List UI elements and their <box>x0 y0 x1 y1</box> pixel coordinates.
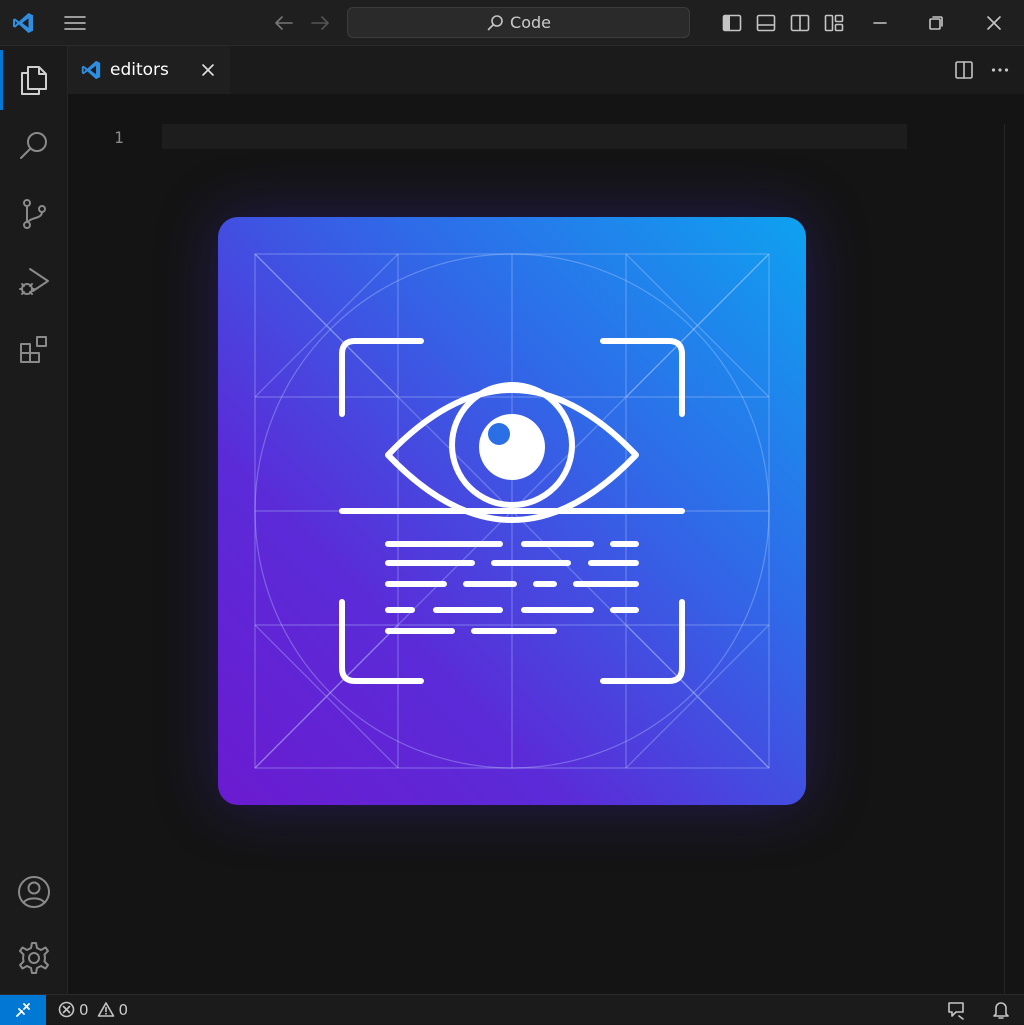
minimize-icon[interactable] <box>858 0 902 46</box>
command-center-search[interactable]: Code <box>347 7 690 38</box>
problems-indicator[interactable]: 0 0 <box>58 1001 128 1019</box>
accounts-icon[interactable] <box>0 860 68 924</box>
split-editor-icon[interactable] <box>950 56 978 84</box>
customize-layout-icon[interactable] <box>818 0 850 46</box>
toggle-primary-sidebar-icon[interactable] <box>716 0 748 46</box>
bell-icon[interactable] <box>992 1000 1010 1020</box>
warning-icon <box>97 1002 114 1017</box>
title-bar: Code <box>0 0 1024 46</box>
status-bar: 0 0 <box>0 994 1024 1025</box>
editor-actions <box>950 46 1014 94</box>
run-debug-icon[interactable] <box>0 250 68 314</box>
error-count: 0 <box>79 1000 89 1019</box>
tab-close-icon[interactable] <box>196 58 220 82</box>
extensions-icon[interactable] <box>0 318 68 382</box>
vscode-logo-icon <box>0 0 46 46</box>
current-line-highlight <box>162 124 907 149</box>
search-icon[interactable] <box>0 114 68 178</box>
editor-tab-bar: editors <box>68 46 1024 94</box>
tab-editors[interactable]: editors <box>68 46 230 94</box>
arrow-left-icon[interactable] <box>268 0 300 46</box>
source-control-icon[interactable] <box>0 182 68 246</box>
vscode-file-icon <box>81 60 101 80</box>
status-bar-right <box>946 995 1010 1025</box>
warning-count: 0 <box>118 1000 129 1019</box>
arrow-right-icon[interactable] <box>304 0 336 46</box>
close-icon[interactable] <box>972 0 1016 46</box>
line-number: 1 <box>114 128 124 147</box>
remote-icon[interactable] <box>0 994 46 1025</box>
more-actions-icon[interactable] <box>986 56 1014 84</box>
explorer-icon[interactable] <box>0 48 68 112</box>
toggle-panel-icon[interactable] <box>750 0 782 46</box>
tab-label: editors <box>110 60 169 80</box>
command-center-label: Code <box>510 13 551 32</box>
editor-scrollbar[interactable] <box>1004 124 1024 994</box>
menu-icon[interactable] <box>56 0 94 46</box>
toggle-secondary-sidebar-icon[interactable] <box>784 0 816 46</box>
image-description-graphic <box>218 217 806 805</box>
editor-area[interactable]: 1 <box>68 94 1024 994</box>
error-icon <box>58 1001 75 1018</box>
feedback-icon[interactable] <box>946 1000 966 1020</box>
manage-gear-icon[interactable] <box>0 926 68 990</box>
search-icon <box>487 14 503 30</box>
activity-bar <box>0 46 68 994</box>
restore-icon[interactable] <box>914 0 958 46</box>
